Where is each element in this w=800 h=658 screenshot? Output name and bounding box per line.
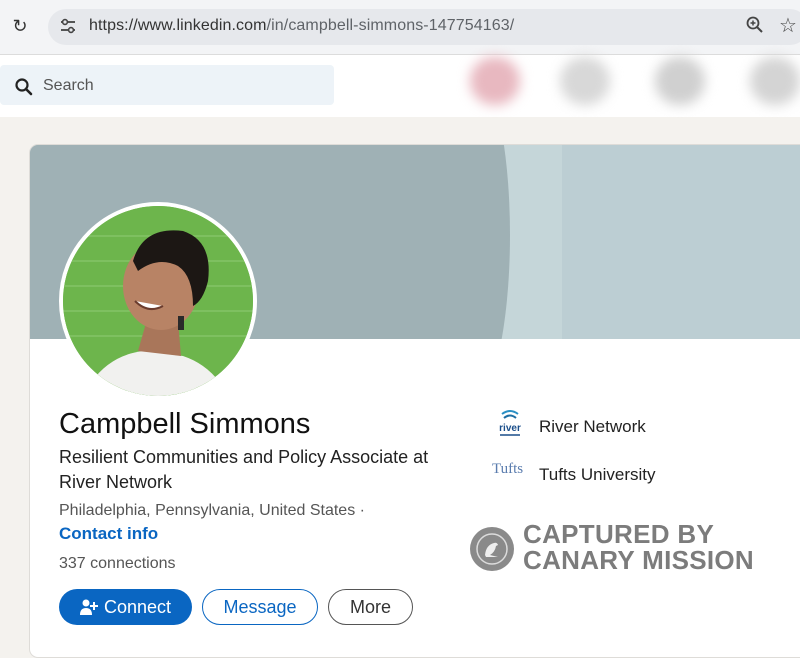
profile-headline: Resilient Communities and Policy Associa… — [59, 447, 429, 492]
nav-blurred-icon[interactable] — [560, 57, 610, 105]
profile-card — [30, 145, 800, 657]
more-button[interactable]: More — [328, 589, 413, 625]
watermark-line1: CAPTURED BY — [523, 519, 715, 549]
url-path: /in/campbell-simmons-147754163/ — [266, 17, 515, 34]
canary-mission-logo — [470, 527, 514, 571]
org-river-network[interactable]: River Network — [539, 417, 646, 437]
avatar-image — [63, 206, 253, 396]
svg-text:river: river — [499, 423, 521, 434]
nav-blurred-icon[interactable] — [655, 57, 705, 105]
bird-icon — [476, 533, 508, 565]
url-text[interactable]: https://www.linkedin.com/in/campbell-sim… — [89, 17, 514, 35]
reload-icon[interactable]: ↻ — [9, 15, 31, 37]
site-settings-icon[interactable] — [58, 16, 78, 36]
nav-blurred-icon[interactable] — [470, 57, 520, 105]
contact-info-link[interactable]: Contact info — [59, 524, 158, 544]
url-prefix: https://www.linkedin.com — [89, 17, 267, 34]
watermark-line2: CANARY MISSION — [523, 545, 755, 575]
profile-name: Campbell Simmons — [59, 408, 311, 440]
message-label: Message — [223, 596, 297, 617]
more-label: More — [349, 596, 391, 617]
watermark-text: CAPTURED BY CANARY MISSION — [523, 521, 754, 573]
org-tufts-university[interactable]: Tufts University — [539, 465, 656, 485]
bookmark-star-icon[interactable]: ☆ — [779, 13, 797, 38]
message-button[interactable]: Message — [202, 589, 318, 625]
profile-photo[interactable] — [59, 202, 257, 400]
river-network-logo-icon[interactable]: river — [494, 408, 526, 442]
tufts-logo-icon[interactable]: Tufts — [492, 461, 523, 478]
connect-button[interactable]: Connect — [59, 589, 192, 625]
nav-blurred-icon[interactable] — [750, 57, 800, 105]
zoom-icon[interactable] — [745, 15, 765, 35]
connections-count[interactable]: 337 connections — [59, 555, 176, 573]
connect-label: Connect — [103, 596, 172, 617]
search-placeholder: Search — [43, 77, 94, 94]
profile-location: Philadelphia, Pennsylvania, United State… — [59, 502, 365, 519]
search-icon — [15, 78, 33, 96]
add-person-icon — [79, 599, 98, 615]
